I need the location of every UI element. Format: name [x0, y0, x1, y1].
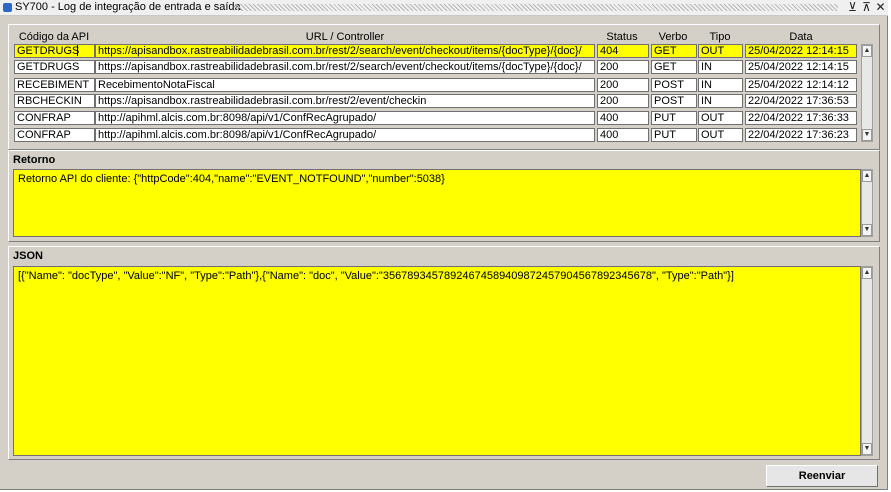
- minimize-icon[interactable]: ⊻: [846, 0, 859, 15]
- cell-tipo[interactable]: IN: [698, 94, 743, 108]
- app-icon: [3, 3, 12, 12]
- cell-data[interactable]: 22/04/2022 17:36:53: [745, 94, 857, 108]
- cell-url[interactable]: http://apihml.alcis.com.br:8098/api/v1/C…: [95, 128, 595, 142]
- table-scrollbar[interactable]: ▲ ▼: [861, 44, 873, 142]
- retorno-scrollbar[interactable]: ▲ ▼: [861, 169, 873, 237]
- cell-api-code[interactable]: CONFRAP: [14, 111, 95, 125]
- title-bar-pattern: [234, 4, 838, 11]
- scroll-up-icon[interactable]: ▲: [862, 45, 872, 57]
- cell-verbo[interactable]: POST: [651, 78, 697, 92]
- cell-url[interactable]: https://apisandbox.rastreabilidadebrasil…: [95, 94, 595, 108]
- cell-url[interactable]: http://apihml.alcis.com.br:8098/api/v1/C…: [95, 111, 595, 125]
- column-header-verbo: Verbo: [658, 31, 688, 43]
- json-label: JSON: [13, 250, 43, 262]
- cell-tipo[interactable]: OUT: [698, 111, 743, 125]
- column-header-tipo: Tipo: [709, 31, 731, 43]
- cell-status[interactable]: 400: [597, 111, 649, 125]
- cell-data[interactable]: 22/04/2022 17:36:23: [745, 128, 857, 142]
- cell-status[interactable]: 404: [597, 44, 649, 58]
- scroll-down-icon[interactable]: ▼: [862, 224, 872, 236]
- cell-verbo[interactable]: POST: [651, 94, 697, 108]
- cell-verbo[interactable]: GET: [651, 44, 697, 58]
- cell-verbo[interactable]: GET: [651, 60, 697, 74]
- cell-api-code[interactable]: GETDRUGS: [14, 60, 95, 74]
- cell-tipo[interactable]: OUT: [698, 128, 743, 142]
- scroll-up-icon[interactable]: ▲: [862, 170, 872, 182]
- cell-verbo[interactable]: PUT: [651, 128, 697, 142]
- json-text-area[interactable]: [{"Name": "docType", "Value":"NF", "Type…: [13, 266, 861, 456]
- log-window: SY700 - Log de integração de entrada e s…: [0, 0, 888, 490]
- column-header-status: Status: [606, 31, 638, 43]
- cell-data[interactable]: 22/04/2022 17:36:33: [745, 111, 857, 125]
- cell-api-code[interactable]: CONFRAP: [14, 128, 95, 142]
- text-cursor: [77, 45, 78, 56]
- cell-url[interactable]: RecebimentoNotaFiscal: [95, 78, 595, 92]
- cell-status[interactable]: 200: [597, 78, 649, 92]
- cell-status[interactable]: 400: [597, 128, 649, 142]
- column-header-data: Data: [789, 31, 813, 43]
- cell-tipo[interactable]: IN: [698, 60, 743, 74]
- cell-data[interactable]: 25/04/2022 12:14:15: [745, 60, 857, 74]
- scroll-up-icon[interactable]: ▲: [862, 267, 872, 279]
- column-header-api: Código da API: [18, 31, 90, 43]
- scroll-down-icon[interactable]: ▼: [862, 129, 872, 141]
- json-scrollbar[interactable]: ▲ ▼: [861, 266, 873, 456]
- window-title: SY700 - Log de integração de entrada e s…: [15, 1, 241, 13]
- close-icon[interactable]: ✕: [874, 0, 887, 15]
- retorno-label: Retorno: [13, 154, 56, 166]
- cell-url[interactable]: https://apisandbox.rastreabilidadebrasil…: [95, 60, 595, 74]
- reenviar-button[interactable]: Reenviar: [766, 465, 878, 487]
- cell-tipo[interactable]: IN: [698, 78, 743, 92]
- cell-data[interactable]: 25/04/2022 12:14:15: [745, 44, 857, 58]
- cell-url[interactable]: https://apisandbox.rastreabilidadebrasil…: [95, 44, 595, 58]
- cell-api-code[interactable]: RECEBIMENT: [14, 78, 95, 92]
- cell-status[interactable]: 200: [597, 60, 649, 74]
- cell-api-code[interactable]: GETDRUGS: [14, 44, 95, 58]
- maximize-icon[interactable]: ⊼: [860, 0, 873, 15]
- scroll-down-icon[interactable]: ▼: [862, 443, 872, 455]
- title-bar[interactable]: SY700 - Log de integração de entrada e s…: [0, 0, 888, 16]
- cell-api-code[interactable]: RBCHECKIN: [14, 94, 95, 108]
- cell-tipo[interactable]: OUT: [698, 44, 743, 58]
- retorno-text-area[interactable]: Retorno API do cliente: {"httpCode":404,…: [13, 169, 861, 237]
- cell-data[interactable]: 25/04/2022 12:14:12: [745, 78, 857, 92]
- column-header-url: URL / Controller: [305, 31, 385, 43]
- cell-status[interactable]: 200: [597, 94, 649, 108]
- cell-verbo[interactable]: PUT: [651, 111, 697, 125]
